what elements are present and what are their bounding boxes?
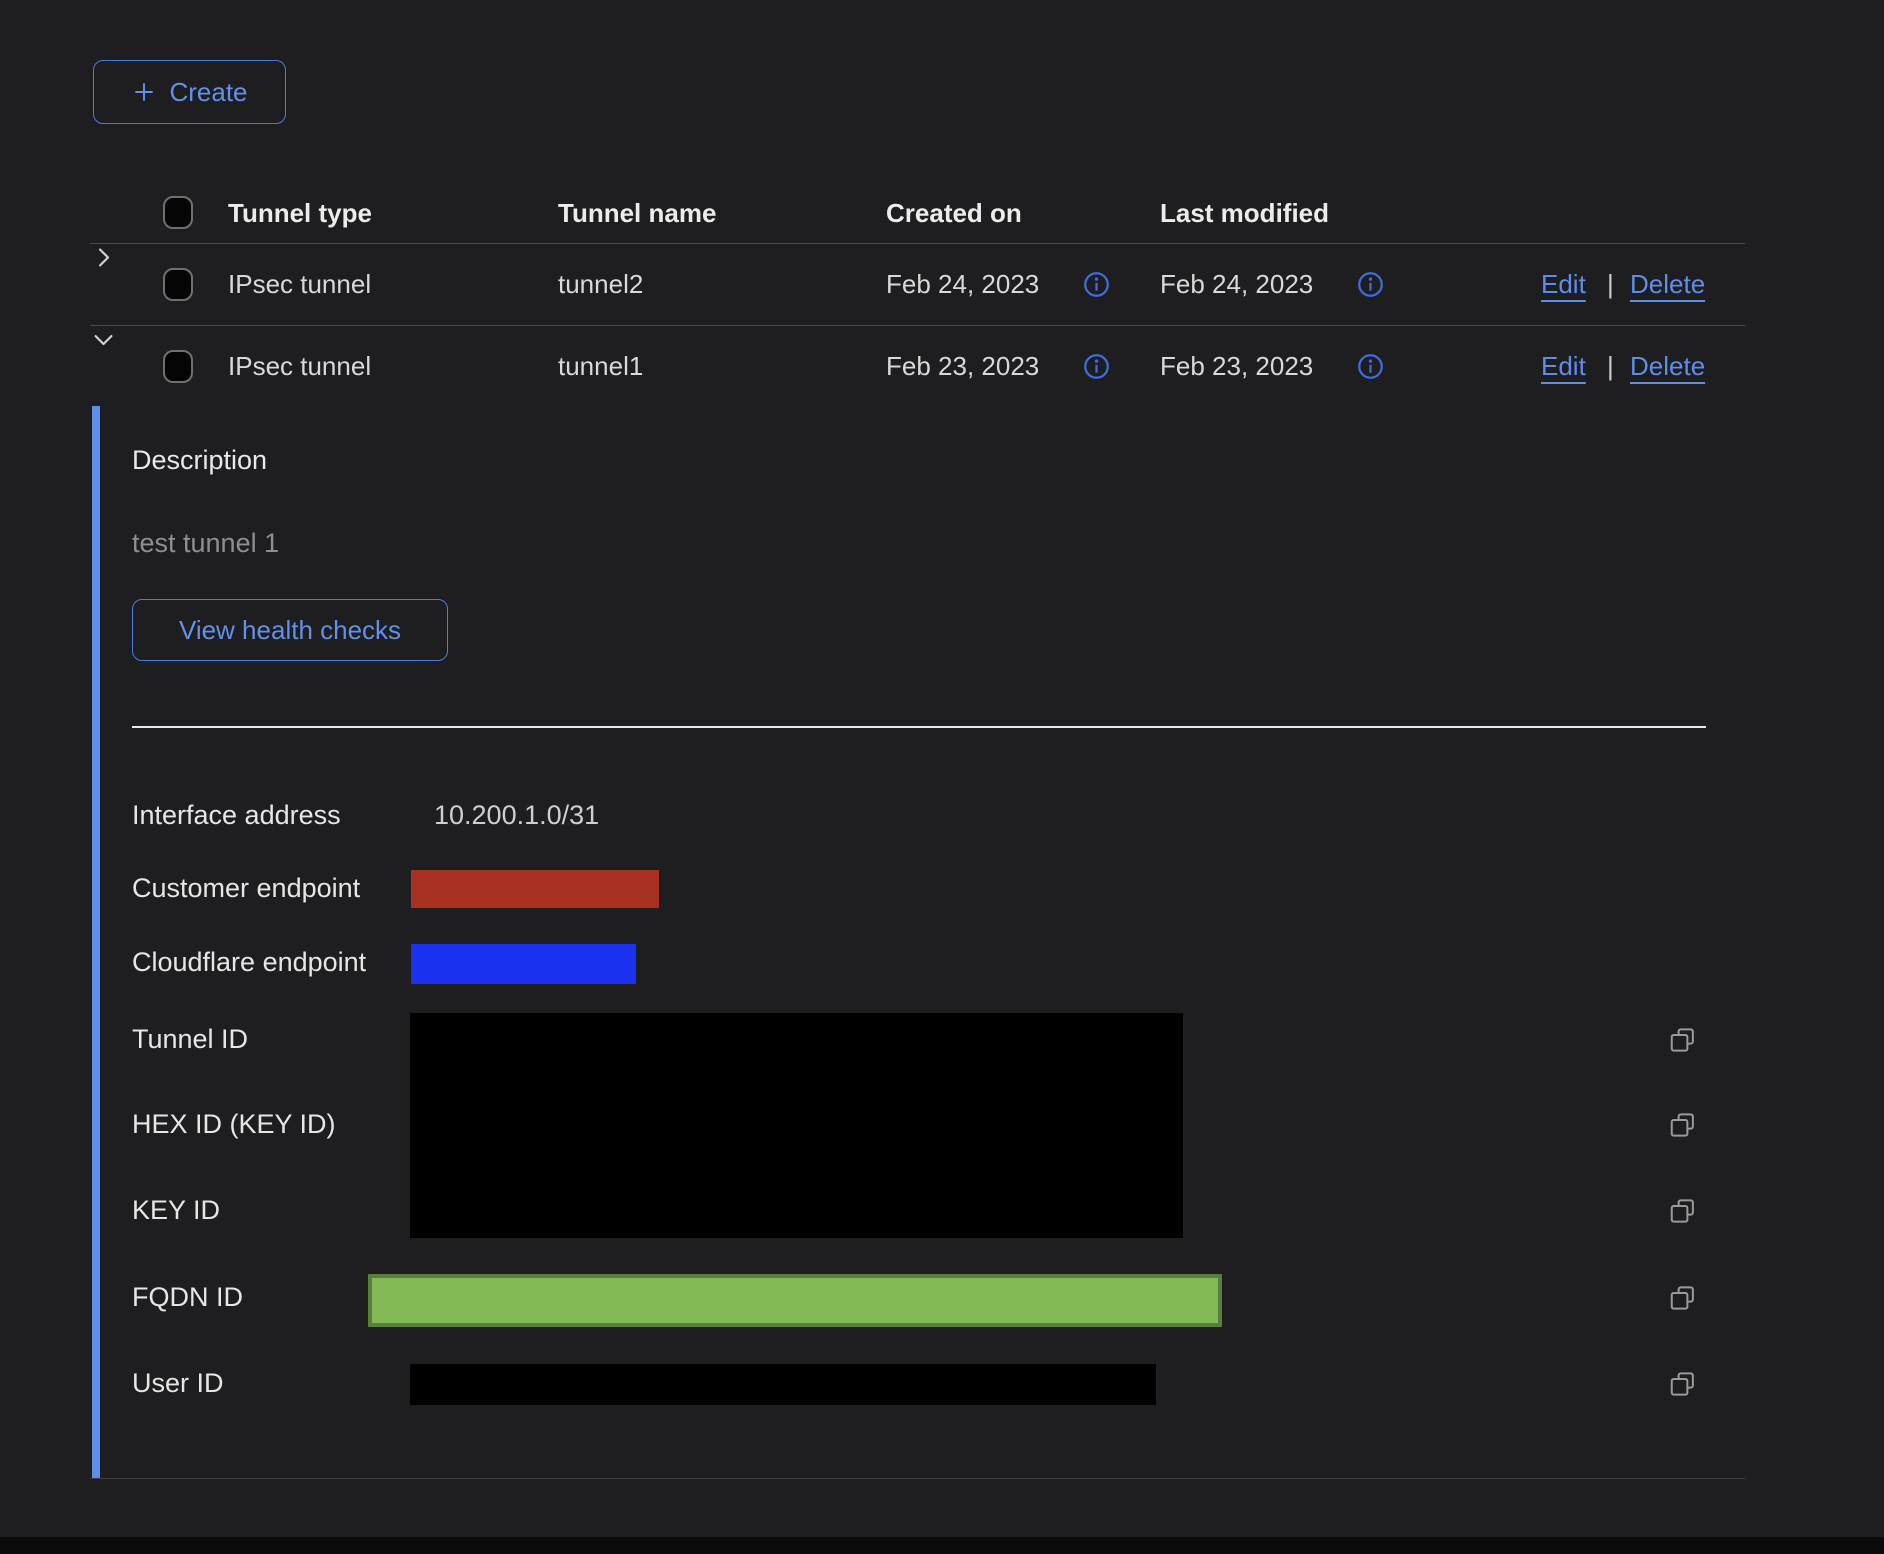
tunnels-table: Tunnel type Tunnel name Created on Last …	[90, 183, 1745, 407]
interface-address-value: 10.200.1.0/31	[434, 800, 599, 831]
bottom-edge-strip	[0, 1537, 1884, 1554]
view-health-checks-button[interactable]: View health checks	[132, 599, 448, 661]
tunnel-id-label: Tunnel ID	[132, 1024, 248, 1055]
table-row-tunnel2: IPsec tunnel tunnel2 Feb 24, 2023 Feb 24…	[90, 244, 1745, 326]
chevron-right-icon[interactable]	[90, 244, 117, 271]
row-checkbox[interactable]	[163, 268, 193, 301]
section-divider	[132, 726, 1706, 728]
delete-link[interactable]: Delete	[1630, 326, 1705, 407]
cell-tunnel-name: tunnel2	[558, 244, 643, 325]
header-last-modified: Last modified	[1160, 183, 1329, 243]
fqdn-id-label: FQDN ID	[132, 1282, 243, 1313]
row-checkbox[interactable]	[163, 350, 193, 383]
user-id-redacted-value	[410, 1364, 1156, 1405]
actions-separator: |	[1607, 244, 1614, 325]
ipsec-tunnels-page: Create Tunnel type Tunnel name Created o…	[0, 0, 1884, 1554]
info-circle-icon[interactable]	[1357, 271, 1384, 298]
actions-separator: |	[1607, 326, 1614, 407]
plus-icon	[131, 79, 157, 105]
customer-endpoint-label: Customer endpoint	[132, 873, 360, 904]
select-all-checkbox[interactable]	[163, 196, 193, 229]
copy-icon[interactable]	[1668, 1025, 1698, 1055]
cloudflare-endpoint-label: Cloudflare endpoint	[132, 947, 366, 978]
table-bottom-divider	[90, 1478, 1745, 1479]
delete-link[interactable]: Delete	[1630, 244, 1705, 325]
create-button-label: Create	[169, 77, 247, 108]
cell-tunnel-type: IPsec tunnel	[228, 244, 371, 325]
fqdn-id-redacted-value	[368, 1274, 1222, 1327]
info-circle-icon[interactable]	[1083, 271, 1110, 298]
table-row-tunnel1: IPsec tunnel tunnel1 Feb 23, 2023 Feb 23…	[90, 326, 1745, 407]
edit-link[interactable]: Edit	[1541, 326, 1586, 407]
cell-tunnel-type: IPsec tunnel	[228, 326, 371, 407]
description-label: Description	[132, 445, 267, 476]
table-header-row: Tunnel type Tunnel name Created on Last …	[90, 183, 1745, 244]
cell-created-on: Feb 24, 2023	[886, 244, 1039, 325]
copy-icon[interactable]	[1668, 1283, 1698, 1313]
cell-tunnel-name: tunnel1	[558, 326, 643, 407]
key-id-label: KEY ID	[132, 1195, 220, 1226]
copy-icon[interactable]	[1668, 1110, 1698, 1140]
copy-icon[interactable]	[1668, 1369, 1698, 1399]
expanded-row-indicator-bar	[92, 406, 100, 1478]
info-circle-icon[interactable]	[1083, 353, 1110, 380]
copy-icon[interactable]	[1668, 1196, 1698, 1226]
chevron-down-icon[interactable]	[90, 326, 117, 353]
info-circle-icon[interactable]	[1357, 353, 1384, 380]
interface-address-label: Interface address	[132, 800, 341, 831]
header-tunnel-type: Tunnel type	[228, 183, 372, 243]
cloudflare-endpoint-redacted-value	[411, 944, 636, 984]
description-value: test tunnel 1	[132, 528, 279, 559]
customer-endpoint-redacted-value	[411, 870, 659, 908]
ids-redacted-values	[410, 1013, 1183, 1238]
edit-link[interactable]: Edit	[1541, 244, 1586, 325]
header-created-on: Created on	[886, 183, 1022, 243]
hex-id-label: HEX ID (KEY ID)	[132, 1109, 336, 1140]
user-id-label: User ID	[132, 1368, 224, 1399]
create-button[interactable]: Create	[93, 60, 286, 124]
cell-last-modified: Feb 24, 2023	[1160, 244, 1313, 325]
cell-last-modified: Feb 23, 2023	[1160, 326, 1313, 407]
cell-created-on: Feb 23, 2023	[886, 326, 1039, 407]
header-tunnel-name: Tunnel name	[558, 183, 716, 243]
